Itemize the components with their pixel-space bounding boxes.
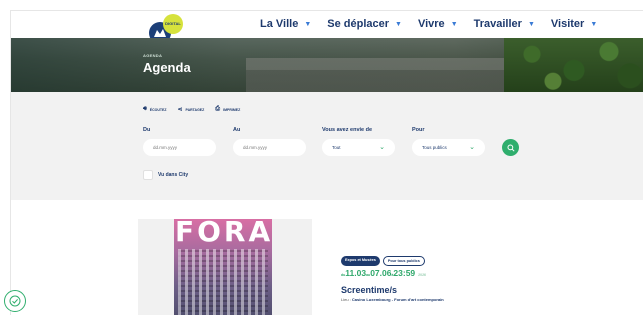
- to-date-field[interactable]: dd.mm.yyyy: [233, 139, 306, 156]
- search-icon: [506, 143, 515, 152]
- chevron-down-icon: ▼: [590, 20, 598, 28]
- cookie-settings-button[interactable]: [4, 290, 26, 312]
- audience-select[interactable]: Tous publics ⌄: [412, 139, 485, 156]
- chevron-down-icon: ▼: [304, 20, 312, 28]
- event-poster[interactable]: FORA: [138, 219, 312, 315]
- cookie-icon: [9, 295, 21, 307]
- nav-label: Vivre: [417, 18, 445, 30]
- date-end: 07.06: [370, 268, 392, 278]
- for-label: Pour: [412, 127, 425, 133]
- site-header: DIGITAL La Ville ▼ Se déplacer ▼ Vivre ▼ Tr…: [11, 11, 643, 44]
- nav-label: La Ville: [260, 18, 299, 30]
- poster-pattern: [178, 249, 268, 315]
- place-prefix: Lieu :: [341, 297, 352, 302]
- date-start: 11.03: [345, 268, 367, 278]
- nav-item-travailler[interactable]: Travailler ▼: [474, 18, 535, 30]
- share-label: PARTAGEZ: [185, 107, 205, 112]
- poster-artwork: FORA: [174, 219, 272, 315]
- nav-label: Travailler: [473, 18, 522, 30]
- chevron-down-icon: ▼: [450, 20, 458, 28]
- chevron-down-icon: ▼: [527, 20, 535, 28]
- speaker-icon: 🔊︎: [143, 106, 147, 112]
- nav-item-se-deplacer[interactable]: Se déplacer ▼: [327, 18, 402, 30]
- tag-category[interactable]: Expos et Musées: [341, 256, 380, 266]
- want-label: Vous avez envie de: [322, 127, 373, 133]
- poster-title: FORA: [175, 219, 272, 248]
- event-time: 23:59: [393, 268, 416, 278]
- category-select-value: Tout: [332, 145, 341, 150]
- to-label: Au: [233, 127, 241, 133]
- checkbox[interactable]: [143, 170, 153, 180]
- section-label: AGENDA: [143, 53, 163, 58]
- print-icon: ⎙: [215, 106, 221, 112]
- page-title: Agenda: [143, 60, 191, 75]
- nav-label: Se déplacer: [327, 18, 390, 30]
- audience-select-value: Tous publics: [422, 145, 447, 150]
- share-icon: ⋖: [177, 107, 183, 113]
- hero-trees-image: [504, 38, 643, 92]
- event-tags: Expos et Musées Pour tous publics: [341, 256, 425, 266]
- from-date-field[interactable]: dd.mm.yyyy: [143, 139, 216, 156]
- chevron-down-icon: ⌄: [469, 144, 475, 151]
- digital-badge: DIGITAL: [163, 14, 183, 34]
- event-year: 2026: [418, 273, 426, 277]
- search-button[interactable]: [502, 139, 519, 156]
- print-label: IMPRIMEZ: [223, 107, 241, 112]
- nav-item-visiter[interactable]: Visiter ▼: [551, 18, 597, 30]
- nav-item-la-ville[interactable]: La Ville ▼: [260, 18, 311, 30]
- nav-item-vivre[interactable]: Vivre ▼: [418, 18, 458, 30]
- main-nav: La Ville ▼ Se déplacer ▼ Vivre ▼ Travailler…: [260, 18, 613, 30]
- from-label: Du: [143, 127, 151, 133]
- chevron-down-icon: ▼: [395, 20, 402, 28]
- print-button[interactable]: ⎙ IMPRIMEZ: [215, 106, 240, 113]
- listen-button[interactable]: 🔊︎ ÉCOUTEZ: [143, 106, 167, 113]
- vu-dans-city-toggle[interactable]: Vu dans City: [143, 170, 188, 180]
- event-title[interactable]: Screentime/s: [341, 285, 397, 295]
- chevron-down-icon: ⌄: [379, 144, 385, 151]
- hero-banner: AGENDA Agenda: [11, 38, 643, 92]
- nav-label: Visiter: [550, 18, 585, 30]
- checkbox-label: Vu dans City: [158, 172, 189, 178]
- event-dates: du 11.03 au 07.06 à 23:59 2026: [341, 268, 426, 278]
- share-button[interactable]: ⋖ PARTAGEZ: [178, 106, 205, 113]
- hero-city-image: [246, 48, 526, 92]
- tag-audience[interactable]: Pour tous publics: [382, 256, 425, 266]
- filter-panel: 🔊︎ ÉCOUTEZ ⋖ PARTAGEZ ⎙ IMPRIMEZ Du dd.m…: [11, 92, 643, 200]
- listen-label: ÉCOUTEZ: [149, 107, 167, 112]
- event-place: Lieu : Casino Luxembourg - Forum d'art c…: [341, 297, 444, 302]
- category-select[interactable]: Tout ⌄: [322, 139, 395, 156]
- place-name: Casino Luxembourg - Forum d'art contempo…: [351, 297, 444, 302]
- page-frame: DIGITAL La Ville ▼ Se déplacer ▼ Vivre ▼ Tr…: [10, 10, 643, 315]
- share-toolbar: 🔊︎ ÉCOUTEZ ⋖ PARTAGEZ ⎙ IMPRIMEZ: [143, 106, 240, 113]
